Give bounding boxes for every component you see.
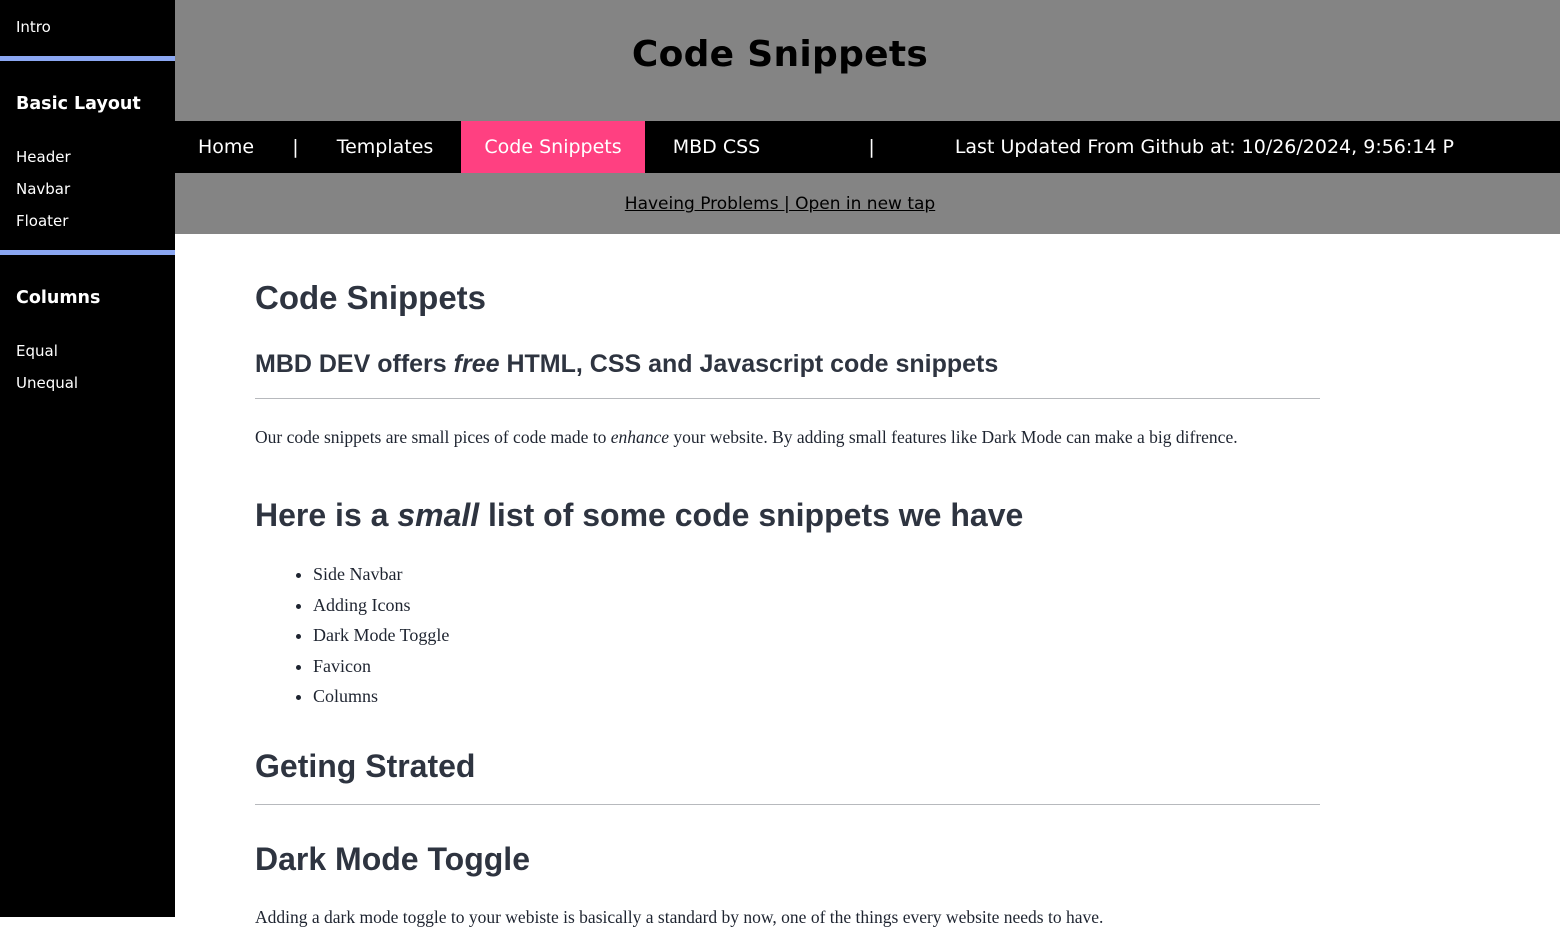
intro-suffix: your website. By adding small features l… <box>669 427 1238 447</box>
intro-prefix: Our code snippets are small pices of cod… <box>255 427 611 447</box>
article-heading-list: Here is a small list of some code snippe… <box>255 495 1560 535</box>
nav-separator-2: | <box>868 136 875 158</box>
sidebar-item-header[interactable]: Header <box>0 141 175 173</box>
sidebar-item-intro[interactable]: Intro <box>0 11 175 43</box>
tagline-prefix: MBD DEV offers <box>255 350 454 378</box>
sidebar-top-spacer <box>0 0 175 11</box>
sidebar-heading-basic-layout[interactable]: Basic Layout <box>0 89 175 119</box>
nav-item-mbd-css[interactable]: MBD CSS <box>650 121 784 173</box>
main-column: Code Snippets Home | Templates Code Snip… <box>0 0 1560 929</box>
intro-emphasis: enhance <box>610 427 670 447</box>
tagline-suffix: HTML, CSS and Javascript code snippets <box>499 350 999 378</box>
article-heading-getting-started: Geting Strated <box>255 747 476 784</box>
nav-item-code-snippets[interactable]: Code Snippets <box>461 121 645 173</box>
sidebar-group-columns: Columns Equal Unequal <box>0 255 175 399</box>
side-navbar: Intro Basic Layout Header Navbar Floater… <box>0 0 175 917</box>
nav-item-templates[interactable]: Templates <box>314 121 457 173</box>
sidebar-item-floater[interactable]: Floater <box>0 205 175 237</box>
article-heading-code-snippets: Code Snippets <box>255 279 487 316</box>
intro-paragraph: Our code snippets are small pices of cod… <box>255 425 1560 449</box>
last-updated-status: Last Updated From Github at: 10/26/2024,… <box>954 136 1454 158</box>
article-heading-dark-mode-toggle: Dark Mode Toggle <box>255 840 530 877</box>
nav-separator-1: | <box>292 136 299 158</box>
list-item: Dark Mode Toggle <box>313 620 1560 651</box>
problems-bar-inner: Haveing Problems | Open in new tap <box>0 173 1560 235</box>
problems-bar: Haveing Problems | Open in new tap <box>0 173 1560 234</box>
list-item: Side Navbar <box>313 559 1560 590</box>
article-content: Code Snippets MBD DEV offers free HTML, … <box>255 234 1560 929</box>
sidebar-group-basic-layout: Basic Layout Header Navbar Floater <box>0 61 175 250</box>
list-item: Columns <box>313 681 1560 712</box>
open-in-new-tab-link[interactable]: Haveing Problems | Open in new tap <box>625 194 935 214</box>
nav-item-home[interactable]: Home <box>175 121 277 173</box>
list-item: Favicon <box>313 651 1560 682</box>
list-heading-prefix: Here is a <box>255 497 398 533</box>
page-header-banner: Code Snippets <box>0 0 1560 121</box>
list-heading-emphasis: small <box>397 497 480 533</box>
sidebar-item-equal[interactable]: Equal <box>0 335 175 367</box>
list-item: Adding Icons <box>313 590 1560 621</box>
article-tagline: MBD DEV offers free HTML, CSS and Javasc… <box>255 318 1560 380</box>
sidebar-item-navbar[interactable]: Navbar <box>0 173 175 205</box>
sidebar-item-unequal[interactable]: Unequal <box>0 367 175 399</box>
snippet-list: Side Navbar Adding Icons Dark Mode Toggl… <box>255 535 1560 712</box>
list-heading-suffix: list of some code snippets we have <box>479 497 1024 533</box>
top-navbar: Home | Templates Code Snippets MBD CSS |… <box>175 121 1560 173</box>
tagline-emphasis: free <box>453 350 500 378</box>
page-title: Code Snippets <box>631 34 929 75</box>
sidebar-heading-columns[interactable]: Columns <box>0 283 175 313</box>
